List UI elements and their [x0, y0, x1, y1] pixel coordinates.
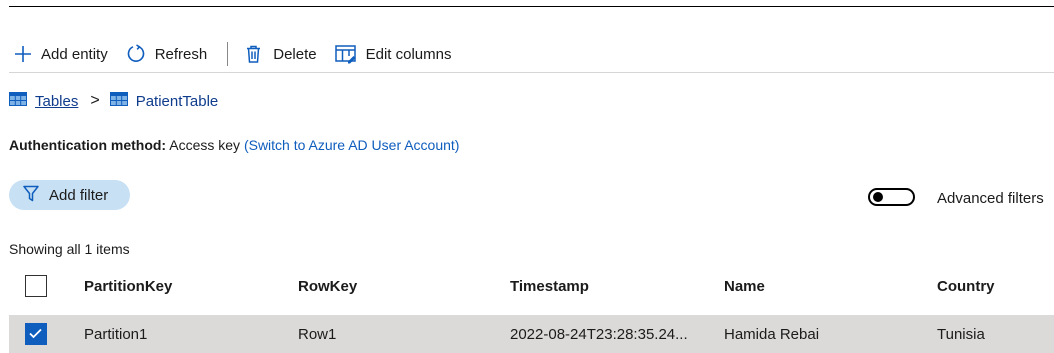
table-cell: Tunisia [937, 325, 985, 343]
refresh-button[interactable]: Refresh [126, 40, 208, 68]
refresh-icon [126, 44, 146, 64]
auth-method-label: Authentication method: [9, 137, 167, 153]
add-entity-label: Add entity [41, 45, 108, 63]
table-icon [109, 92, 128, 110]
toolbar-separator [227, 42, 229, 66]
column-header[interactable]: Timestamp [510, 278, 589, 295]
column-header[interactable]: PartitionKey [84, 278, 172, 295]
table-cell: Hamida Rebai [724, 325, 820, 343]
table-cell: 2022-08-24T23:28:35.24... [510, 325, 688, 343]
trash-icon [246, 45, 261, 63]
row-checkbox[interactable] [25, 323, 47, 345]
table-icon [9, 92, 27, 110]
advanced-filters-toggle[interactable] [868, 188, 915, 206]
table-cell: Row1 [298, 325, 337, 343]
column-header[interactable]: Country [937, 278, 995, 295]
auth-method: Authentication method: Access key (Switc… [9, 137, 459, 153]
toggle-knob [873, 192, 883, 202]
add-filter-label: Add filter [49, 186, 109, 204]
table-cell: Partition1 [84, 325, 148, 343]
delete-label: Delete [273, 45, 317, 63]
advanced-filters-label: Advanced filters [937, 190, 1044, 207]
delete-button[interactable]: Delete [246, 40, 317, 68]
table-row[interactable]: Partition1 Row1 2022-08-24T23:28:35.24..… [9, 315, 1054, 353]
add-entity-button[interactable]: Add entity [14, 40, 108, 68]
plus-icon [14, 45, 32, 63]
add-filter-button[interactable]: Add filter [9, 180, 130, 210]
breadcrumb-tables-link[interactable]: Tables [35, 93, 78, 110]
table-header: PartitionKey RowKey Timestamp Name Count… [9, 267, 1054, 305]
refresh-label: Refresh [154, 45, 208, 63]
filter-icon [23, 185, 39, 206]
edit-columns-button[interactable]: Edit columns [334, 40, 452, 68]
edit-columns-icon [334, 44, 357, 64]
auth-method-value: Access key [169, 137, 241, 153]
breadcrumb-separator: > [90, 92, 100, 109]
column-header[interactable]: RowKey [298, 278, 357, 295]
top-divider [9, 6, 1054, 7]
command-bar: Add entity Refresh Delete Edit columns [9, 36, 1054, 73]
item-count: Showing all 1 items [9, 241, 130, 257]
edit-columns-label: Edit columns [365, 45, 452, 63]
switch-auth-link[interactable]: (Switch to Azure AD User Account) [244, 137, 460, 153]
select-all-checkbox[interactable] [25, 275, 47, 297]
column-header[interactable]: Name [724, 278, 765, 295]
breadcrumb-current: PatientTable [135, 92, 219, 110]
breadcrumb: Tables > PatientTable [9, 92, 218, 110]
